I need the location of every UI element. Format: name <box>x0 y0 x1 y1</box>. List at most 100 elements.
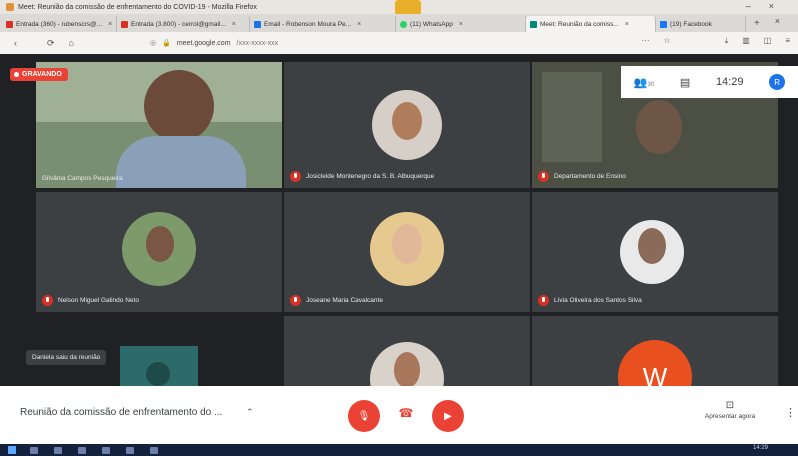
participant-initial-avatar: W <box>618 340 692 386</box>
participant-name-row: Joseane Maria Cavalcante <box>290 295 383 306</box>
participant-avatar <box>122 212 196 286</box>
avatar-face <box>638 228 666 264</box>
tab-gmail-1[interactable]: Entrada (360) - rubenscrs@... × <box>2 16 117 32</box>
account-avatar[interactable]: R <box>769 74 786 90</box>
mic-off-icon <box>290 171 301 182</box>
mic-toggle-button[interactable]: 🎙 <box>348 400 380 432</box>
facebook-icon <box>660 20 667 28</box>
new-tab-button[interactable]: + <box>754 18 760 29</box>
present-now-button[interactable]: ⊡ Apresentar agora <box>694 400 766 420</box>
folder-icon[interactable] <box>126 446 134 454</box>
participant-tile[interactable] <box>284 316 530 386</box>
menu-icon[interactable]: ≡ <box>785 36 790 46</box>
left-meeting-toast: Daniela saiu da reunião <box>26 350 107 365</box>
participant-name-row: Lívia Oliveira dos Santos Silva <box>538 295 642 306</box>
hang-up-button[interactable]: ☎ <box>394 406 418 424</box>
participant-avatar <box>146 362 170 386</box>
participant-tile[interactable]: Joseane Maria Cavalcante <box>284 192 530 312</box>
participant-avatar <box>370 342 444 386</box>
chat-button[interactable]: ▤ <box>680 76 690 89</box>
participant-name: Josicleide Montenegro da S. B. Albuquerq… <box>306 173 435 180</box>
tab-gmail-2[interactable]: Entrada (3.800) - cerrol@gmail... × <box>117 16 250 32</box>
navigation-bar: ‹ ⟳ ⌂ ◎ 🔒 meet.google.com /xxx-xxxx-xxx … <box>0 32 798 54</box>
present-label: Apresentar agora <box>704 413 756 420</box>
edge-icon[interactable] <box>78 446 86 454</box>
download-icon[interactable]: ⤓ <box>725 36 729 46</box>
participant-name: Lívia Oliveira dos Santos Silva <box>554 297 642 304</box>
window-close-button[interactable]: × <box>775 16 780 26</box>
participant-tile[interactable]: Josicleide Montenegro da S. B. Albuquerq… <box>284 62 530 188</box>
system-tray-clock[interactable]: 14:29 <box>753 445 768 451</box>
participant-avatar <box>372 90 442 160</box>
meeting-clock: 14:29 <box>715 76 744 88</box>
window-controls[interactable]: –× <box>746 1 792 11</box>
participant-tile[interactable]: Nelson Miguel Galindo Neto <box>36 192 282 312</box>
participant-tile[interactable] <box>120 346 198 386</box>
meeting-title[interactable]: Reunião da comissão de enfrentamento do … <box>20 407 222 418</box>
close-icon[interactable]: × <box>459 21 463 28</box>
meet-control-bar: Reunião da comissão de enfrentamento do … <box>0 386 798 444</box>
background-window <box>542 72 602 162</box>
record-dot-icon <box>14 72 19 77</box>
chevron-up-icon[interactable]: ⌃ <box>246 407 254 418</box>
tab-facebook[interactable]: (19) Facebook <box>656 16 746 32</box>
close-icon[interactable]: × <box>232 21 236 28</box>
tab-whatsapp[interactable]: (11) WhatsApp × <box>396 16 526 32</box>
tab-label: Meet: Reunião da comiss... <box>540 20 619 28</box>
window-titlebar: Meet: Reunião da comissão de enfrentamen… <box>0 0 798 16</box>
participant-tile[interactable]: Lívia Oliveira dos Santos Silva <box>532 192 778 312</box>
participant-tile[interactable]: W <box>532 316 778 386</box>
back-icon[interactable]: ‹ <box>14 38 17 48</box>
sidebar-icon[interactable]: ◫ <box>764 36 772 46</box>
url-host: meet.google.com <box>176 39 231 47</box>
tab-email[interactable]: Email - Robenson Moura Pe... × <box>250 16 396 32</box>
tab-label: Entrada (3.800) - cerrol@gmail... <box>131 20 226 28</box>
toolbar-icons: ··· ☆ ⤓ ▥ ◫ ≡ <box>641 36 790 46</box>
avatar-face <box>392 102 422 140</box>
tab-meet[interactable]: Meet: Reunião da comiss... × <box>526 16 656 32</box>
participant-name: Departamento de Ensino <box>554 173 626 180</box>
firefox-icon[interactable] <box>150 446 158 454</box>
recording-badge: GRAVANDO <box>10 68 68 81</box>
close-icon[interactable]: × <box>357 21 361 28</box>
participant-shirt <box>116 136 246 188</box>
firefox-icon <box>6 3 14 11</box>
search-icon[interactable] <box>30 446 38 454</box>
mic-off-icon <box>290 295 301 306</box>
chat-icon: ▤ <box>679 76 691 89</box>
store-icon[interactable] <box>102 446 110 454</box>
participant-tile[interactable]: Gilvânia Campos Pesqueira <box>36 62 282 188</box>
page-actions-icon[interactable]: ··· <box>641 36 649 46</box>
participant-avatar <box>620 220 684 284</box>
people-icon: 👥 <box>633 76 648 89</box>
home-icon[interactable]: ⌂ <box>69 38 74 48</box>
address-bar[interactable]: ◎ 🔒 meet.google.com /xxx-xxxx-xxx <box>150 35 590 51</box>
close-icon[interactable]: × <box>108 21 112 28</box>
tab-label: (11) WhatsApp <box>410 20 453 28</box>
gmail-icon <box>121 20 128 28</box>
url-path: /xxx-xxxx-xxx <box>236 39 279 47</box>
recording-label: GRAVANDO <box>22 71 62 78</box>
participant-head <box>144 70 214 142</box>
participant-name: Joseane Maria Cavalcante <box>306 297 383 304</box>
participant-count: 30 <box>647 81 655 88</box>
phone-icon: ☎ <box>398 406 414 420</box>
participants-button[interactable]: 👥30 <box>634 76 654 89</box>
windows-taskbar: 14:29 <box>0 444 798 456</box>
tab-bar: Entrada (360) - rubenscrs@... × Entrada … <box>0 14 798 32</box>
bookmark-star-icon[interactable]: ☆ <box>663 36 670 46</box>
gmail-icon <box>6 20 13 28</box>
lock-icon: 🔒 <box>162 40 171 47</box>
more-options-button[interactable]: ⋮ <box>785 406 796 419</box>
window-title: Meet: Reunião da comissão de enfrentamen… <box>18 3 257 11</box>
task-view-icon[interactable] <box>54 446 62 454</box>
windows-start-icon[interactable] <box>8 446 16 454</box>
reload-icon[interactable]: ⟳ <box>47 38 55 49</box>
camera-off-icon: ▶ <box>444 410 452 422</box>
close-icon[interactable]: × <box>625 21 629 28</box>
library-icon[interactable]: ▥ <box>742 36 750 46</box>
mic-off-icon: 🎙 <box>357 410 371 422</box>
camera-toggle-button[interactable]: ▶ <box>432 400 464 432</box>
participant-name-row: Nelson Miguel Galindo Neto <box>42 295 139 306</box>
meet-icon <box>530 20 537 28</box>
